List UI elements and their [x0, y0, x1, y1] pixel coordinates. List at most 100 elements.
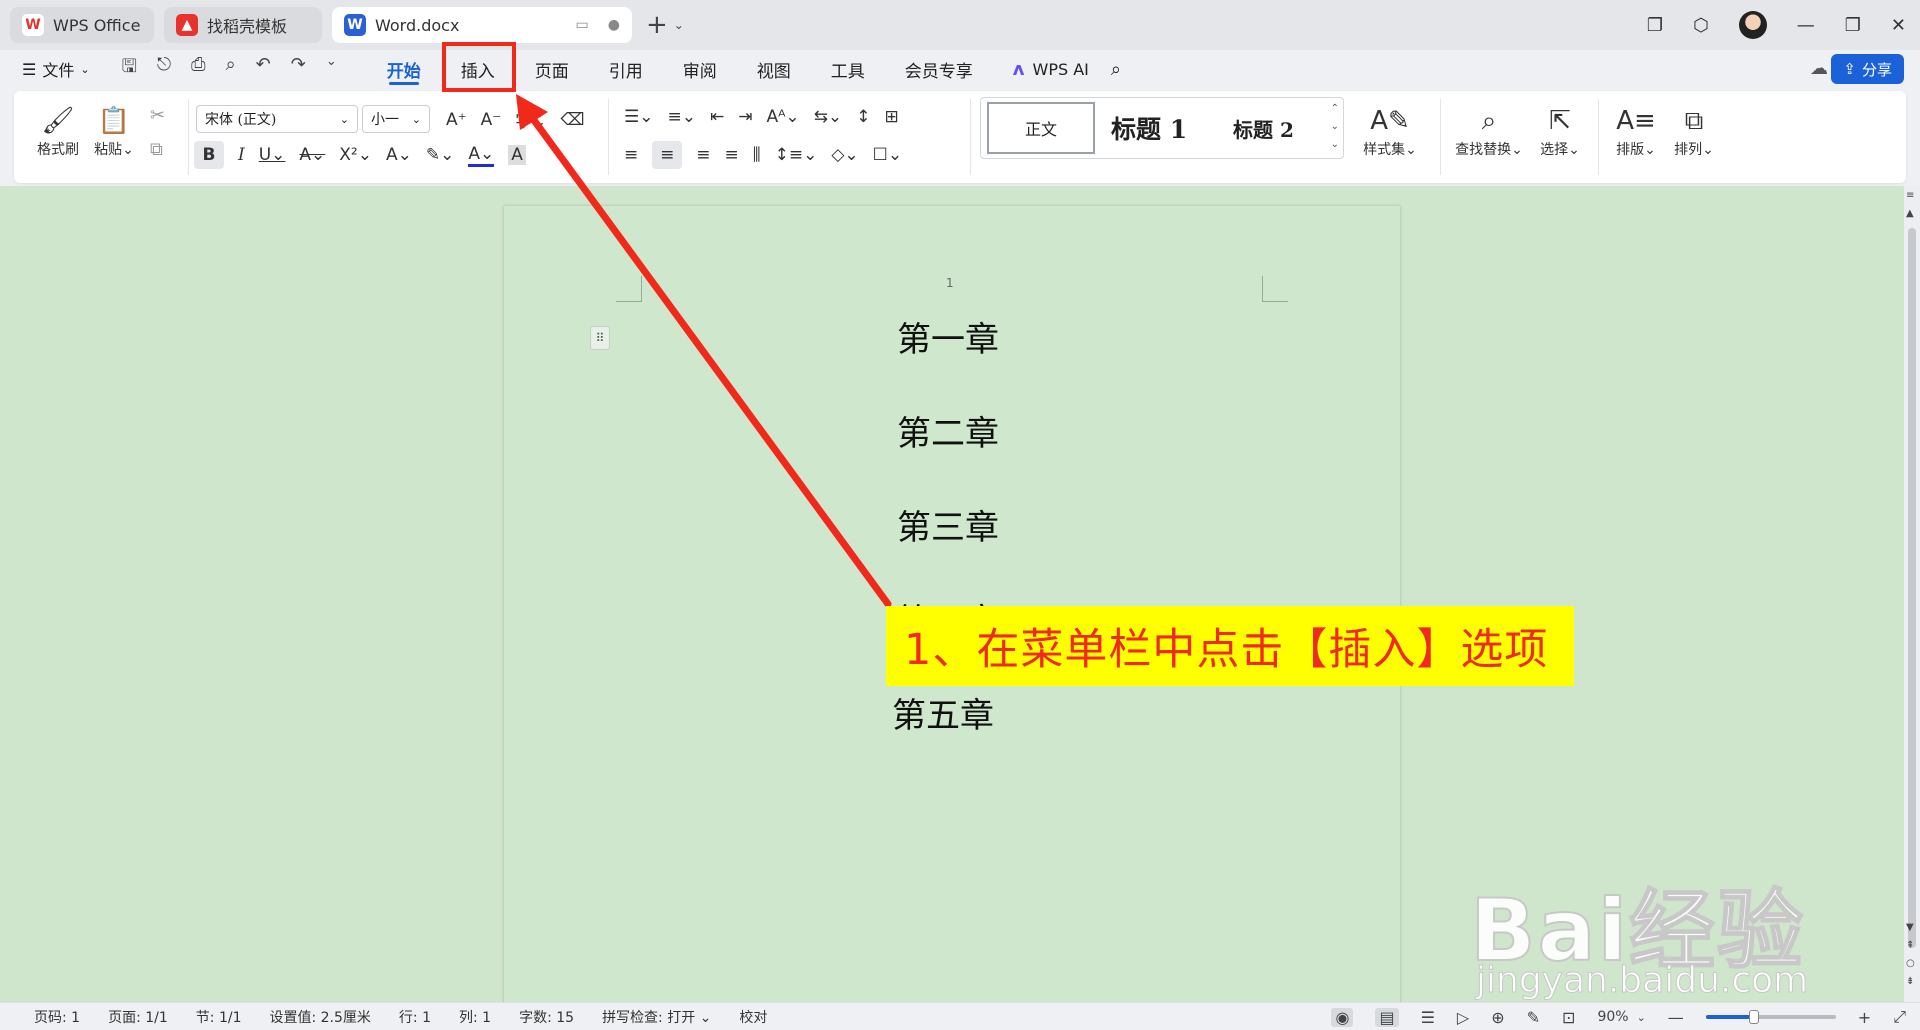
- align-left-icon[interactable]: ≡: [624, 145, 638, 165]
- superscript-icon[interactable]: X²⌄: [339, 145, 372, 165]
- shading-icon[interactable]: ◇⌄: [831, 145, 858, 165]
- chapter-heading[interactable]: 第五章: [892, 688, 994, 737]
- style-normal[interactable]: 正文: [987, 102, 1095, 154]
- status-word-count[interactable]: 字数: 15: [505, 1007, 588, 1027]
- tab-page[interactable]: 页面: [515, 50, 589, 88]
- grow-font-icon[interactable]: A⁺: [446, 110, 467, 130]
- export-icon[interactable]: ⎋: [157, 54, 171, 84]
- status-column[interactable]: 列: 1: [445, 1007, 505, 1027]
- zoom-slider-knob[interactable]: [1748, 1010, 1759, 1024]
- undo-icon[interactable]: ↶: [256, 54, 271, 84]
- style-set-button[interactable]: A✎ 样式集⌄: [1362, 103, 1418, 159]
- style-heading-1[interactable]: 标题 1: [1111, 110, 1187, 146]
- tab-review[interactable]: 审阅: [663, 50, 737, 88]
- more-chevron-icon[interactable]: ⌄: [326, 54, 337, 84]
- clear-format-icon[interactable]: ⌫: [560, 110, 584, 130]
- paste-button[interactable]: 📋 粘贴⌄: [92, 103, 136, 159]
- chapter-heading[interactable]: 第一章: [897, 312, 999, 361]
- status-spellcheck[interactable]: 拼写检查: 打开 ⌄: [588, 1007, 725, 1027]
- decrease-indent-icon[interactable]: ⇤: [710, 107, 724, 127]
- paragraph-drag-handle-icon[interactable]: ⠿: [590, 326, 610, 350]
- bold-icon[interactable]: B: [194, 141, 224, 169]
- avatar[interactable]: [1738, 11, 1767, 39]
- zoom-out-icon[interactable]: —: [1668, 1008, 1684, 1027]
- vertical-scrollbar[interactable]: ≡ ▲ ▼ ⇞ ○ ⇟: [1904, 186, 1920, 1002]
- outline-view-icon[interactable]: ☰: [1421, 1008, 1435, 1027]
- eye-protect-icon[interactable]: ◉: [1331, 1007, 1354, 1027]
- status-page-code[interactable]: 页码: 1: [20, 1007, 94, 1027]
- tab-references[interactable]: 引用: [589, 50, 663, 88]
- web-view-icon[interactable]: ⊕: [1491, 1008, 1504, 1027]
- numbered-list-icon[interactable]: ≡⌄: [667, 107, 696, 127]
- new-tab-button[interactable]: + ⌄: [646, 10, 684, 40]
- monitor-icon[interactable]: ▭: [576, 17, 589, 33]
- italic-icon[interactable]: I: [238, 145, 245, 165]
- scroll-up-icon[interactable]: ▲: [1906, 208, 1914, 219]
- chevron-down-icon[interactable]: ⌄: [1637, 1011, 1646, 1024]
- typeset-button[interactable]: A≡ 排版⌄: [1612, 103, 1660, 159]
- tab-word-docx[interactable]: W Word.docx ▭ ●: [332, 7, 632, 43]
- browse-object-icon[interactable]: ○: [1906, 958, 1915, 969]
- window-tile-icon[interactable]: ❐: [1647, 15, 1663, 36]
- align-center-icon[interactable]: ≡: [652, 141, 683, 169]
- cut-icon[interactable]: ✂: [150, 105, 165, 126]
- scroll-down-icon[interactable]: ▼: [1906, 922, 1914, 933]
- shrink-font-icon[interactable]: A⁻: [481, 110, 502, 130]
- file-menu-button[interactable]: ☰ 文件 ⌄: [22, 57, 90, 81]
- print-icon[interactable]: ⎙: [191, 54, 205, 84]
- unsaved-dot-icon[interactable]: ●: [608, 17, 620, 33]
- sort-icon[interactable]: ↕: [856, 107, 870, 127]
- char-shading-icon[interactable]: A: [508, 145, 526, 165]
- status-setting[interactable]: 设置值: 2.5厘米: [255, 1007, 384, 1027]
- style-heading-2[interactable]: 标题 2: [1233, 114, 1294, 143]
- cube-icon[interactable]: ⬡: [1693, 15, 1709, 36]
- increase-indent-icon[interactable]: ⇥: [738, 107, 752, 127]
- fullscreen-icon[interactable]: ⤢: [1893, 1007, 1906, 1027]
- zoom-in-icon[interactable]: +: [1858, 1008, 1871, 1027]
- share-button[interactable]: ⇪ 分享: [1831, 54, 1904, 84]
- copy-icon[interactable]: ⧉: [150, 139, 163, 160]
- align-right-icon[interactable]: ≡: [696, 145, 710, 165]
- page-view-icon[interactable]: ▤: [1375, 1007, 1399, 1027]
- status-pages[interactable]: 页面: 1/1: [94, 1007, 182, 1027]
- select-button[interactable]: ⇱ 选择⌄: [1536, 103, 1584, 159]
- chat-bubble-icon[interactable]: ☁: [1810, 58, 1828, 79]
- status-section[interactable]: 节: 1/1: [182, 1007, 256, 1027]
- chapter-heading[interactable]: 第二章: [897, 406, 999, 455]
- close-icon[interactable]: ✕: [1891, 15, 1906, 36]
- strikethrough-icon[interactable]: A⌄: [299, 145, 325, 165]
- underline-icon[interactable]: U⌄: [259, 145, 286, 165]
- case-icon[interactable]: Aᴬ⌄: [766, 107, 799, 127]
- format-painter-button[interactable]: 🖌 格式刷: [34, 103, 82, 159]
- next-page-icon[interactable]: ⇟: [1906, 976, 1914, 987]
- fit-page-icon[interactable]: ⊡: [1562, 1008, 1575, 1027]
- minimize-icon[interactable]: —: [1797, 15, 1815, 36]
- prev-page-icon[interactable]: ⇞: [1906, 940, 1914, 951]
- tab-view[interactable]: 视图: [737, 50, 811, 88]
- justify-icon[interactable]: ≡: [725, 145, 739, 165]
- tab-tools[interactable]: 工具: [811, 50, 885, 88]
- status-proofread[interactable]: 校对: [725, 1007, 781, 1027]
- line-spacing-icon[interactable]: ↕≡⌄: [775, 145, 818, 165]
- play-icon[interactable]: ▷: [1457, 1008, 1469, 1027]
- redo-icon[interactable]: ↷: [291, 54, 306, 84]
- save-icon[interactable]: 🖫: [122, 54, 137, 84]
- text-effect-icon[interactable]: A⌄: [386, 145, 412, 165]
- wps-ai-button[interactable]: ᴧ WPS AI ⌕: [1013, 59, 1121, 80]
- bullet-list-icon[interactable]: ☰⌄: [624, 107, 653, 127]
- show-marks-icon[interactable]: ⊞: [884, 107, 898, 127]
- tab-wps-office[interactable]: W WPS Office: [10, 7, 154, 43]
- chapter-heading[interactable]: 第三章: [897, 500, 999, 549]
- font-name-select[interactable]: 宋体 (正文) ⌄: [196, 105, 358, 133]
- phonetic-icon[interactable]: 字⌄: [515, 107, 546, 132]
- zoom-level[interactable]: 90%: [1597, 1009, 1628, 1025]
- gallery-scroll-icon[interactable]: ⌃ ⌄ ⌄: [1331, 100, 1339, 154]
- scroll-thumb[interactable]: [1908, 228, 1916, 948]
- tab-member[interactable]: 会员专享: [885, 50, 993, 88]
- text-direction-icon[interactable]: ⇆⌄: [814, 107, 843, 127]
- pen-icon[interactable]: ✎: [1527, 1008, 1540, 1027]
- tab-template[interactable]: ▲ 找稻壳模板: [164, 7, 322, 43]
- highlight-icon[interactable]: ✎⌄: [426, 145, 455, 165]
- find-replace-button[interactable]: ⌕ 查找替换⌄: [1452, 103, 1526, 159]
- tab-home[interactable]: 开始: [367, 50, 441, 88]
